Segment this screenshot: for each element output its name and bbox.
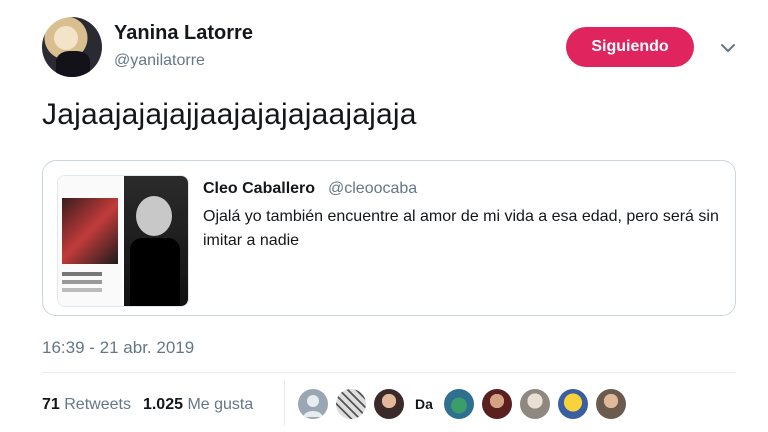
quoted-tweet-image[interactable] (57, 175, 189, 307)
author-display-name[interactable]: Yanina Latorre (114, 22, 253, 45)
likes-count: 1.025 (142, 396, 183, 413)
author-handle[interactable]: @yanilatorre (114, 52, 205, 70)
quoted-author-name: Cleo Caballero (203, 180, 316, 197)
divider (42, 372, 736, 373)
chevron-down-icon[interactable] (718, 38, 738, 58)
liker-avatar[interactable] (336, 389, 366, 419)
liker-avatar[interactable] (482, 389, 512, 419)
liker-avatar-default[interactable] (298, 389, 328, 419)
liker-avatar[interactable] (596, 389, 626, 419)
likes-label: Me gusta (187, 396, 254, 413)
retweets-label: Retweets (64, 396, 131, 413)
default-avatar-icon (303, 395, 323, 417)
tweet-text: Jajaajajajajjaajajajajaajajaja (42, 98, 417, 131)
quoted-tweet-card[interactable]: Cleo Caballero @cleoocaba Ojalá yo tambi… (42, 160, 736, 316)
quoted-author-handle: @cleoocaba (328, 180, 418, 197)
stats-divider (284, 380, 285, 426)
liker-avatar-text[interactable]: Da (412, 396, 436, 412)
quoted-tweet-text: Ojalá yo también encuentre al amor de mi… (203, 208, 719, 249)
following-button[interactable]: Siguiendo (566, 27, 694, 67)
liker-avatar[interactable] (520, 389, 550, 419)
tweet-stats: 71 Retweets 1.025 Me gusta (42, 396, 253, 414)
liker-avatar[interactable] (374, 389, 404, 419)
retweets-count: 71 (42, 396, 60, 413)
retweets-stat[interactable]: 71 Retweets (42, 396, 131, 414)
likers-list: Da (298, 388, 626, 420)
liker-avatar[interactable] (558, 389, 588, 419)
tweet-timestamp[interactable]: 16:39 - 21 abr. 2019 (42, 338, 194, 358)
author-avatar[interactable] (42, 17, 102, 77)
liker-avatar[interactable] (444, 389, 474, 419)
likes-stat[interactable]: 1.025 Me gusta (143, 396, 253, 414)
